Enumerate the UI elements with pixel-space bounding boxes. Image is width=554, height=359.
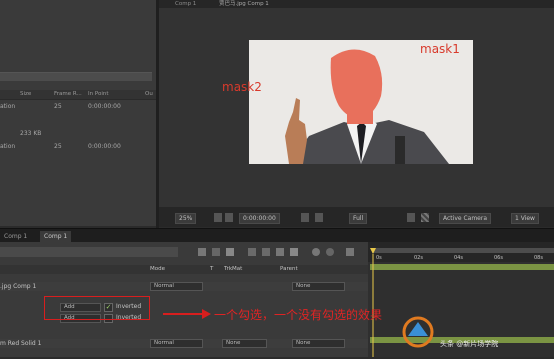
col-mode[interactable]: Mode <box>150 266 165 272</box>
ruler-tick-4: 08s <box>534 255 543 261</box>
project-row-1-in: 0:00:00:00 <box>88 103 121 110</box>
mask-visibility-icon[interactable] <box>225 213 233 222</box>
layer-1-mode[interactable]: Normal <box>150 282 203 291</box>
project-row-1-name[interactable]: ation <box>0 103 15 110</box>
layer-2-mode[interactable]: Normal <box>150 339 203 348</box>
layer-2-parent[interactable]: None <box>292 339 345 348</box>
annotation-text: 一个勾选，一个没有勾选的效果 <box>214 308 383 322</box>
ruler-tick-1: 02s <box>414 255 423 261</box>
col-t[interactable]: T <box>210 266 213 272</box>
snapshot-icon[interactable] <box>301 213 309 222</box>
project-panel: Size Frame R... In Point Ou ation 25 0:0… <box>0 0 156 226</box>
annotation-arrow <box>163 313 203 315</box>
viewer-tab-layer[interactable]: 贾巴马.jpg Comp 1 <box>219 0 269 8</box>
transparency-grid-icon[interactable] <box>421 213 429 222</box>
timeline-tab-active[interactable]: Comp 1 <box>40 231 72 242</box>
zoom-dropdown[interactable]: 25% <box>175 213 197 224</box>
mask1-label: mask1 <box>420 42 460 56</box>
timecode-display[interactable]: 0:00:00:00 <box>239 213 280 224</box>
col-in-point[interactable]: In Point <box>88 91 109 97</box>
layer-row-2[interactable]: m Red Solid 1 Normal None None <box>0 339 368 348</box>
project-row-3-in: 0:00:00:00 <box>88 143 121 150</box>
grid-icon[interactable] <box>214 213 222 222</box>
col-frame-rate[interactable]: Frame R... <box>54 91 82 97</box>
viewer-tab-comp[interactable]: Comp 1 <box>175 0 196 8</box>
viewer-tabs: Comp 1 贾巴马.jpg Comp 1 <box>159 0 554 8</box>
timeline-tabs: Comp 1 Comp 1 <box>0 228 554 243</box>
layer-2-trkmat[interactable]: None <box>222 339 267 348</box>
layer-1-name[interactable]: .jpg Comp 1 <box>0 283 36 290</box>
col-trkmat[interactable]: TrkMat <box>224 266 242 272</box>
timeline-search[interactable] <box>0 247 178 257</box>
layer-row-1[interactable]: .jpg Comp 1 Normal None <box>0 282 368 291</box>
mask2-label: mask2 <box>222 80 262 94</box>
camera-dropdown[interactable]: Active Camera <box>439 213 492 224</box>
ruler-tick-2: 04s <box>454 255 463 261</box>
col-parent[interactable]: Parent <box>280 266 298 272</box>
project-row-1-fps: 25 <box>54 103 62 110</box>
resolution-dropdown[interactable]: Full <box>349 213 368 224</box>
project-row-2-size: 233 KB <box>20 130 42 137</box>
ruler-tick-3: 06s <box>494 255 503 261</box>
layer-1-parent[interactable]: None <box>292 282 345 291</box>
region-icon[interactable] <box>407 213 415 222</box>
project-search-field[interactable] <box>0 72 152 81</box>
person-image <box>249 40 473 164</box>
watermark-logo <box>398 314 438 350</box>
timeline-switch-icons <box>198 246 368 258</box>
col-size[interactable]: Size <box>20 91 31 97</box>
viewer-toolbar: 25% 0:00:00:00 Full Active Camera 1 View <box>159 207 554 227</box>
layer-2-name[interactable]: m Red Solid 1 <box>0 340 41 347</box>
project-row-3-fps: 25 <box>54 143 62 150</box>
timeline-column-headers: Mode T TrkMat Parent <box>0 265 368 274</box>
col-out-point[interactable]: Ou <box>145 91 153 97</box>
annotation-arrow-head <box>202 309 211 319</box>
composition-canvas[interactable] <box>249 40 473 164</box>
project-row-3-name[interactable]: ation <box>0 143 15 150</box>
watermark-author: 头条 @新片场学院 <box>440 340 499 348</box>
view-layout-dropdown[interactable]: 1 View <box>511 213 539 224</box>
project-column-headers: Size Frame R... In Point Ou <box>0 90 156 100</box>
ruler-tick-0: 0s <box>376 255 382 261</box>
annotation-highlight-box <box>44 296 150 320</box>
channel-icon[interactable] <box>315 213 323 222</box>
timeline-tab-left[interactable]: Comp 1 <box>0 231 31 242</box>
